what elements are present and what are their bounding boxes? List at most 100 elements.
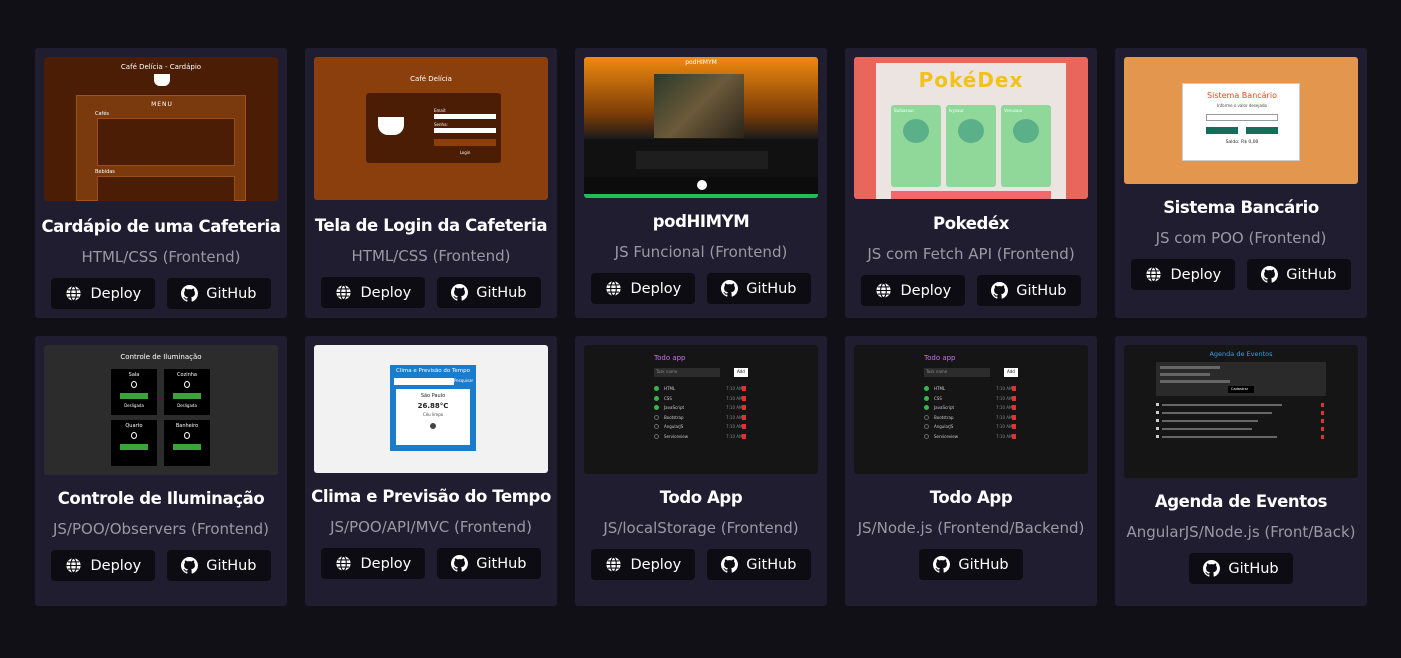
github-button[interactable]: GitHub xyxy=(437,548,541,579)
github-button[interactable]: GitHub xyxy=(167,550,271,581)
pokemon-card-row xyxy=(891,191,1051,199)
github-label: GitHub xyxy=(1016,282,1067,299)
globe-icon xyxy=(335,284,352,301)
project-tech: JS Funcional (Frontend) xyxy=(614,243,788,261)
deploy-button[interactable]: Deploy xyxy=(321,548,426,579)
todo-heading: Todo app xyxy=(924,354,956,362)
github-button[interactable]: GitHub xyxy=(707,273,811,304)
project-title: podHIMYM xyxy=(652,212,750,231)
lightbulb-icon xyxy=(184,381,190,388)
globe-icon xyxy=(1145,266,1162,283)
menu-board: MENU Cafés Bebidas xyxy=(76,95,246,201)
todo-list: HTML 7:10 AM CSS 7:10 AM JavaScript 7:10 AM… xyxy=(924,385,1018,442)
coffee-cup-icon xyxy=(154,74,170,86)
todo-item: Bootstrap 7:10 AM xyxy=(924,414,1018,424)
project-card: Controle de Iluminação Sala Desligada Co… xyxy=(35,336,287,606)
todo-item: JavaScript 7:10 AM xyxy=(924,404,1018,414)
todo-item: JavaScript 7:10 AM xyxy=(654,404,748,414)
github-label: GitHub xyxy=(476,555,527,572)
globe-icon xyxy=(605,556,622,573)
github-icon xyxy=(181,557,199,574)
menu-section: Bebidas xyxy=(95,169,115,175)
github-icon xyxy=(721,556,739,573)
project-card: Café Delícia - Cardápio MENU Cafés Bebid… xyxy=(35,48,287,318)
github-button[interactable]: GitHub xyxy=(919,549,1023,580)
agenda-item xyxy=(1156,401,1326,409)
deploy-button[interactable]: Deploy xyxy=(591,549,696,580)
weather-search-button: Pesquisar xyxy=(454,378,474,383)
lightbulb-icon xyxy=(184,432,190,439)
room-card: Quarto xyxy=(111,420,157,466)
login-submit: Login xyxy=(434,139,496,155)
todo-item: CSS 7:10 AM xyxy=(924,395,1018,405)
menu-section: Cafés xyxy=(95,111,109,117)
toggle-button xyxy=(173,444,201,450)
github-button[interactable]: GitHub xyxy=(437,277,541,308)
github-button[interactable]: GitHub xyxy=(707,549,811,580)
agenda-form: Cadastrar xyxy=(1156,362,1326,396)
project-tech: HTML/CSS (Frontend) xyxy=(81,248,241,266)
github-label: GitHub xyxy=(1286,266,1337,283)
deploy-label: Deploy xyxy=(360,284,412,301)
github-label: GitHub xyxy=(746,556,797,573)
deploy-button[interactable]: Deploy xyxy=(861,275,966,306)
deploy-button[interactable]: Deploy xyxy=(51,550,156,581)
project-title: Pokedéx xyxy=(933,214,1009,233)
project-title: Tela de Login da Cafeteria xyxy=(314,216,548,235)
bank-deposit xyxy=(1206,127,1238,134)
project-thumbnail: Todo app Task name Add HTML 7:10 AM CSS 7:… xyxy=(584,345,818,474)
project-card: Agenda de Eventos Cadastrar Agenda de Ev… xyxy=(1115,336,1367,606)
github-button[interactable]: GitHub xyxy=(167,278,271,309)
todo-input: Task name xyxy=(924,368,990,377)
deploy-button[interactable]: Deploy xyxy=(1131,259,1236,290)
github-icon xyxy=(451,284,469,301)
project-title: Todo App xyxy=(659,488,743,507)
deploy-button[interactable]: Deploy xyxy=(321,277,426,308)
todo-input: Task name xyxy=(654,368,720,377)
agenda-item xyxy=(1156,425,1326,433)
project-title: Controle de Iluminação xyxy=(57,489,265,508)
todo-add-button: Add xyxy=(734,368,748,377)
github-label: GitHub xyxy=(206,557,257,574)
agenda-list xyxy=(1156,401,1326,441)
cover-photo xyxy=(654,74,744,138)
deploy-button[interactable]: Deploy xyxy=(51,278,156,309)
thumb-heading: Controle de Iluminação xyxy=(120,353,202,361)
agenda-item xyxy=(1156,417,1326,425)
menu-list xyxy=(97,176,235,201)
pokemon-sprite xyxy=(1013,119,1039,143)
thumb-heading: Café Delícia xyxy=(410,75,452,83)
project-card: podHIMYM podHIMYM JS Funcional (Frontend… xyxy=(575,48,827,318)
github-button[interactable]: GitHub xyxy=(1247,259,1351,290)
pokemon-sprite xyxy=(958,119,984,143)
github-button[interactable]: GitHub xyxy=(1189,553,1293,584)
github-button[interactable]: GitHub xyxy=(977,275,1081,306)
todo-list: HTML 7:10 AM CSS 7:10 AM JavaScript 7:10 AM… xyxy=(654,385,748,442)
project-tech: JS/Node.js (Frontend/Backend) xyxy=(857,519,1085,537)
todo-add-button: Add xyxy=(1004,368,1018,377)
todo-item: HTML 7:10 AM xyxy=(924,385,1018,395)
globe-icon xyxy=(65,557,82,574)
project-thumbnail: Agenda de Eventos Cadastrar xyxy=(1124,345,1358,478)
github-icon xyxy=(451,555,469,572)
bank-sub: Informe o valor desejado xyxy=(1217,103,1267,108)
weather-panel: São Paulo 26.88°C Céu limpo xyxy=(396,389,470,445)
github-icon xyxy=(181,285,199,302)
bank-box: Sistema Bancário Informe o valor desejad… xyxy=(1182,83,1300,161)
todo-item: Bootstrap 7:10 AM xyxy=(654,414,748,424)
project-thumbnail: Clima e Previsão do Tempo Pesquisar São … xyxy=(314,345,548,473)
github-label: GitHub xyxy=(958,556,1009,573)
bank-heading: Sistema Bancário xyxy=(1207,91,1277,100)
pokemon-card: Ivysaur xyxy=(946,105,996,187)
project-thumbnail: Sistema Bancário Informe o valor desejad… xyxy=(1124,57,1358,184)
project-thumbnail: Café Delícia - Cardápio MENU Cafés Bebid… xyxy=(44,57,278,201)
globe-icon xyxy=(65,285,82,302)
pokemon-card: Venusaur xyxy=(1001,105,1051,187)
github-icon xyxy=(1203,560,1221,577)
todo-item: Serviceview 7:10 AM xyxy=(924,433,1018,443)
github-label: GitHub xyxy=(206,285,257,302)
deploy-label: Deploy xyxy=(90,285,142,302)
project-thumbnail: podHIMYM xyxy=(584,57,818,198)
project-thumbnail: Café Delícia Email: Senha: Login xyxy=(314,57,548,200)
deploy-button[interactable]: Deploy xyxy=(591,273,696,304)
